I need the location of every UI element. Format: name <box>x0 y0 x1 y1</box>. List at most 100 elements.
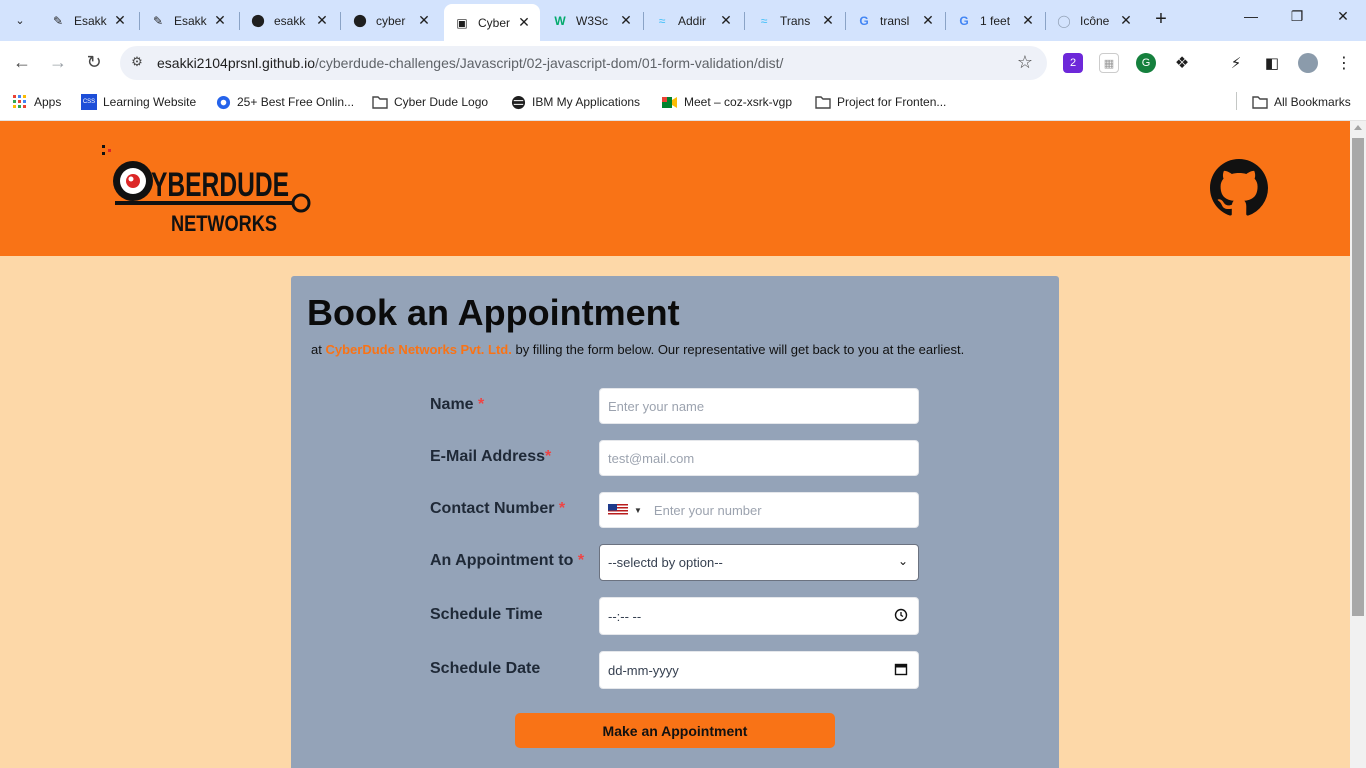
cyberdude-logo[interactable]: YBERDUDE NETWORKS <box>100 143 315 238</box>
apps-grid-icon <box>12 94 28 110</box>
clock-icon[interactable] <box>894 608 908 625</box>
scroll-up-arrow-icon[interactable] <box>1354 125 1362 130</box>
form-title: Book an Appointment <box>307 292 680 333</box>
tab-10[interactable]: ◯ Icône ✕ <box>1046 6 1142 35</box>
date-label-text: Schedule Date <box>430 660 541 677</box>
us-flag-icon[interactable] <box>608 504 628 516</box>
close-icon[interactable]: ✕ <box>618 12 634 29</box>
logo-text-bottom: NETWORKS <box>171 211 277 236</box>
required-asterisk: * <box>545 448 552 465</box>
calendar-icon[interactable] <box>894 662 908 679</box>
make-appointment-button[interactable]: Make an Appointment <box>515 713 835 748</box>
bookmark-learning-website[interactable]: CSS Learning Website <box>81 92 196 112</box>
side-panel-icon[interactable]: ◧ <box>1262 53 1282 73</box>
extensions-puzzle-icon[interactable]: ❖ <box>1172 53 1192 73</box>
bookmark-cyber-dude-logo[interactable]: Cyber Dude Logo <box>372 92 488 112</box>
tab-2[interactable]: esakk ✕ <box>240 6 338 35</box>
bookmark-ibm-my-applications[interactable]: IBM My Applications <box>510 92 640 112</box>
chat-icon: ✎ <box>52 13 64 28</box>
close-icon[interactable]: ✕ <box>516 14 532 31</box>
appointment-label: An Appointment to * <box>430 552 584 570</box>
logo-text-top: YBERDUDE <box>151 166 289 204</box>
all-bookmarks[interactable]: All Bookmarks <box>1252 92 1351 112</box>
tab-6[interactable]: ≈ Addir ✕ <box>644 6 742 35</box>
bookmark-label: Meet – coz-xsrk-vgp <box>684 95 793 109</box>
browser-toolbar: ← → ↻ ⚙ esakki2104prsnl.github.io/cyberd… <box>0 41 1366 85</box>
close-icon[interactable]: ✕ <box>212 12 228 29</box>
page-scrollbar[interactable] <box>1350 121 1366 768</box>
appointment-label-text: An Appointment to <box>430 552 574 569</box>
extension-grid-icon[interactable]: ▦ <box>1099 53 1119 73</box>
bookmark-star-icon[interactable]: ☆ <box>1017 52 1033 73</box>
required-asterisk: * <box>577 552 585 569</box>
site-settings-icon[interactable]: ⚙ <box>128 54 146 72</box>
tab-8[interactable]: G transl ✕ <box>846 6 944 35</box>
name-input[interactable]: Enter your name <box>599 388 919 424</box>
time-label-text: Schedule Time <box>430 606 543 623</box>
address-bar[interactable]: ⚙ esakki2104prsnl.github.io/cyberdude-ch… <box>120 46 1047 80</box>
bookmark-apps[interactable]: Apps <box>12 92 61 112</box>
email-input[interactable]: test@mail.com <box>599 440 919 476</box>
tailwind-icon: ≈ <box>658 13 666 28</box>
tab-4-active[interactable]: ▣ Cyber ✕ <box>444 4 540 41</box>
close-icon[interactable]: ✕ <box>314 12 330 29</box>
menu-kebab-icon[interactable]: ⋮ <box>1334 53 1354 73</box>
tab-1[interactable]: ✎ Esakk ✕ <box>140 6 236 35</box>
back-arrow-icon[interactable]: ← <box>10 51 34 75</box>
blue-circle-icon <box>215 94 231 110</box>
bookmark-label: 25+ Best Free Onlin... <box>237 95 355 109</box>
url-text[interactable]: esakki2104prsnl.github.io/cyberdude-chal… <box>157 55 783 71</box>
contact-input[interactable]: ▼ Enter your number <box>599 492 919 528</box>
close-icon[interactable]: ✕ <box>820 12 836 29</box>
extension-purple-icon[interactable]: 2 <box>1063 53 1083 73</box>
close-icon[interactable]: ✕ <box>920 12 936 29</box>
restore-icon[interactable]: ❐ <box>1285 8 1309 32</box>
reload-icon[interactable]: ↻ <box>82 51 106 75</box>
google-icon: G <box>859 13 869 28</box>
grammarly-icon[interactable]: G <box>1136 53 1156 73</box>
performance-icon[interactable]: ⚡ <box>1226 53 1246 73</box>
required-asterisk: * <box>478 396 485 413</box>
scrollbar-thumb[interactable] <box>1352 138 1364 616</box>
close-icon[interactable]: ✕ <box>1118 12 1134 29</box>
contact-label-text: Contact Number <box>430 500 555 517</box>
profile-avatar-icon[interactable] <box>1298 53 1318 73</box>
tab-9[interactable]: G 1 feet ✕ <box>946 6 1044 35</box>
contact-label: Contact Number * <box>430 500 565 518</box>
tab-0[interactable]: ✎ Esakk ✕ <box>40 6 136 35</box>
bookmark-meet[interactable]: Meet – coz-xsrk-vgp <box>662 92 792 112</box>
css-grid-icon: CSS <box>81 94 97 110</box>
appointment-select[interactable]: --selectd by option-- ⌄ <box>599 544 919 581</box>
close-icon[interactable]: ✕ <box>1020 12 1036 29</box>
github-icon[interactable] <box>1210 159 1268 217</box>
bookmark-best-free-online[interactable]: 25+ Best Free Onlin... <box>215 92 354 112</box>
tab-7[interactable]: ≈ Trans ✕ <box>746 6 844 35</box>
tab-title: Esakk <box>74 13 107 28</box>
github-icon <box>352 13 368 29</box>
folder-icon <box>815 94 831 110</box>
url-host: esakki2104prsnl.github.io <box>157 55 315 71</box>
schedule-time-input[interactable]: --:-- -- <box>599 597 919 635</box>
close-icon[interactable]: ✕ <box>416 12 432 29</box>
tab-title: Icône <box>1080 13 1110 28</box>
bookmarks-separator <box>1236 92 1237 110</box>
tab-search-chevron-icon[interactable]: ⌄ <box>8 8 32 32</box>
country-dropdown-caret-icon[interactable]: ▼ <box>634 506 642 515</box>
forward-arrow-icon[interactable]: → <box>46 51 70 75</box>
meet-icon <box>662 94 678 110</box>
github-icon <box>250 13 266 29</box>
new-tab-plus-icon[interactable]: + <box>1150 9 1172 31</box>
folder-icon <box>372 94 388 110</box>
bookmark-label: Learning Website <box>103 95 197 109</box>
tab-title: Esakk <box>174 13 207 28</box>
close-icon[interactable]: ✕ <box>718 12 734 29</box>
tab-3[interactable]: cyber ✕ <box>342 6 440 35</box>
window-close-icon[interactable]: ✕ <box>1331 8 1355 32</box>
appointment-selected-value: --selectd by option-- <box>608 555 723 570</box>
time-label: Schedule Time <box>430 606 543 624</box>
schedule-date-input[interactable]: dd-mm-yyyy <box>599 651 919 689</box>
bookmark-project-frontend[interactable]: Project for Fronten... <box>815 92 946 112</box>
close-icon[interactable]: ✕ <box>112 12 128 29</box>
minimize-icon[interactable]: — <box>1239 8 1263 32</box>
tab-5[interactable]: W W3Sc ✕ <box>542 6 642 35</box>
